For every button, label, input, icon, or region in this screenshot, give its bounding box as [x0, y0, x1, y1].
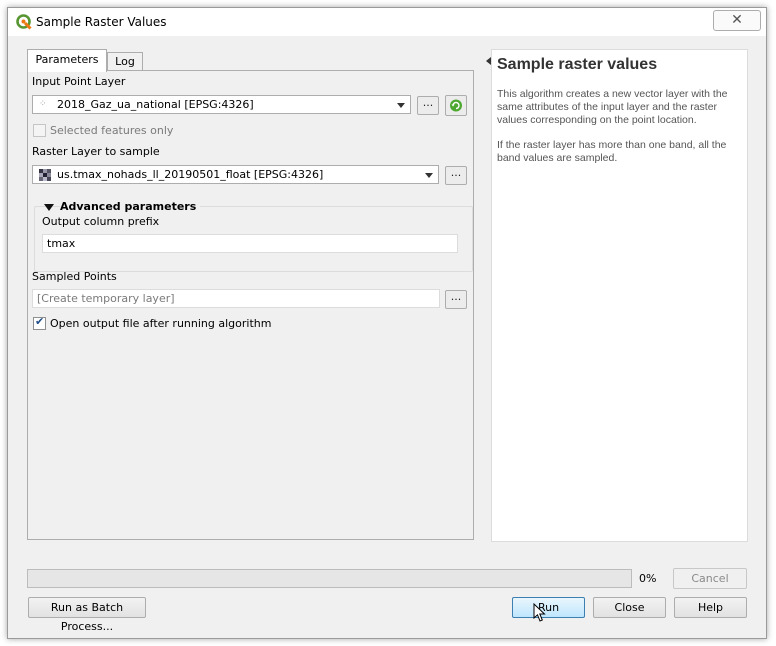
selected-features-only-label: Selected features only — [50, 124, 174, 137]
close-button[interactable]: Close — [593, 597, 666, 618]
raster-layer-browse-button[interactable]: ... — [445, 166, 467, 185]
chevron-down-icon — [425, 173, 433, 178]
open-output-label: Open output file after running algorithm — [50, 317, 272, 330]
output-prefix-label: Output column prefix — [42, 215, 160, 228]
tab-parameters[interactable]: Parameters — [27, 49, 107, 72]
chevron-down-icon — [397, 103, 405, 108]
input-point-layer-value: 2018_Gaz_ua_national [EPSG:4326] — [57, 98, 254, 111]
help-description: This algorithm creates a new vector laye… — [497, 88, 728, 126]
advanced-parameters-title[interactable]: Advanced parameters — [60, 200, 201, 213]
run-as-batch-button[interactable]: Run as Batch Process... — [28, 597, 146, 633]
sampled-points-output-field[interactable]: [Create temporary layer] — [32, 289, 440, 308]
output-prefix-input[interactable]: tmax — [42, 234, 458, 253]
help-button[interactable]: Help — [674, 597, 747, 618]
run-button[interactable]: Run — [512, 597, 585, 618]
sampled-points-browse-button[interactable]: ... — [445, 290, 467, 309]
point-layer-icon: ⁘ — [39, 99, 47, 109]
raster-layer-icon — [39, 169, 51, 181]
open-output-checkbox[interactable]: ✔ — [33, 315, 46, 330]
progress-percent: 0% — [639, 572, 657, 585]
input-layer-browse-button[interactable]: ... — [417, 96, 439, 115]
progress-bar — [27, 569, 632, 588]
input-point-layer-combo[interactable]: ⁘ 2018_Gaz_ua_national [EPSG:4326] — [32, 95, 411, 114]
sampled-points-label: Sampled Points — [32, 270, 117, 283]
selected-features-only-checkbox[interactable] — [33, 124, 46, 137]
mouse-pointer-icon — [533, 603, 546, 622]
raster-layer-label: Raster Layer to sample — [32, 145, 160, 158]
refresh-icon — [450, 99, 462, 112]
tab-log[interactable]: Log — [107, 52, 143, 71]
qgis-logo-icon — [16, 14, 32, 30]
raster-layer-value: us.tmax_nohads_ll_20190501_float [EPSG:4… — [57, 168, 324, 181]
input-point-layer-label: Input Point Layer — [32, 75, 126, 88]
close-window-button[interactable]: ✕ — [713, 10, 761, 31]
help-title: Sample raster values — [497, 56, 658, 73]
checkmark-icon: ✔ — [35, 315, 45, 328]
collapse-triangle-icon[interactable] — [44, 204, 54, 211]
raster-layer-combo[interactable]: us.tmax_nohads_ll_20190501_float [EPSG:4… — [32, 165, 439, 184]
dialog-window: Sample Raster Values ✕ Parameters Log In… — [7, 7, 767, 639]
window-title: Sample Raster Values — [36, 15, 167, 29]
cancel-button[interactable]: Cancel — [673, 568, 747, 589]
title-bar: Sample Raster Values ✕ — [8, 8, 766, 36]
iterate-features-button[interactable] — [445, 95, 467, 116]
help-band-note: If the raster layer has more than one ba… — [497, 139, 727, 164]
help-panel: Sample raster values This algorithm crea… — [491, 49, 748, 542]
